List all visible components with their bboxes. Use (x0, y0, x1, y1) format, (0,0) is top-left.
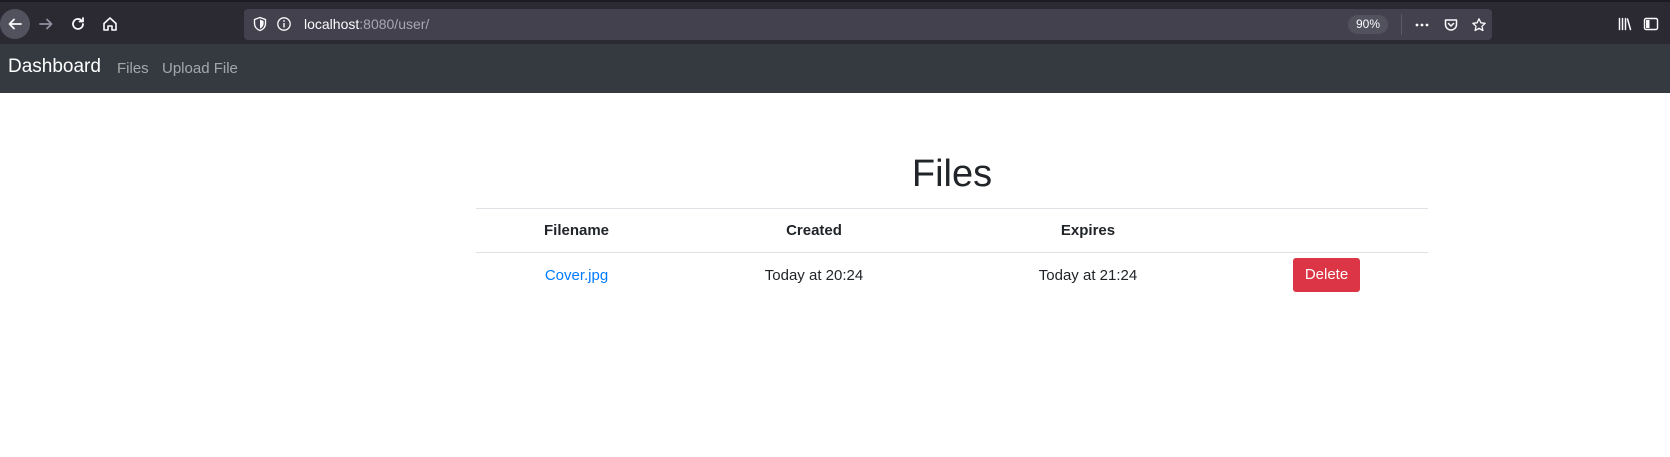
column-header-actions (1225, 209, 1428, 253)
filename-cell: Cover.jpg (476, 253, 677, 298)
table-body: Cover.jpg Today at 20:24 Today at 21:24 … (476, 253, 1428, 298)
table-row: Cover.jpg Today at 20:24 Today at 21:24 … (476, 253, 1428, 298)
table-header: Filename Created Expires (476, 208, 1428, 253)
browser-toolbar: localhost:8080/user/ 90% (0, 0, 1670, 44)
column-header-filename: Filename (543, 222, 610, 239)
pocket-icon (1444, 19, 1458, 31)
app-navbar: Dashboard Files Upload File (0, 44, 1670, 93)
files-table: Filename Created Expires Cover.jpg Today… (476, 208, 1428, 298)
column-header-created: Created (786, 222, 842, 239)
forward-button[interactable] (31, 9, 61, 39)
table-header-row: Filename Created Expires (476, 208, 1428, 253)
home-button[interactable] (95, 9, 125, 39)
url-host: localhost (304, 16, 360, 32)
url-bar-divider (1401, 14, 1402, 35)
home-icon (103, 17, 117, 31)
zoom-level-badge[interactable]: 90% (1348, 15, 1389, 34)
url-path: :8080/user/ (359, 16, 430, 32)
bookmark-button[interactable] (1468, 14, 1490, 36)
info-icon[interactable] (276, 16, 292, 32)
back-arrow-icon (8, 18, 22, 30)
reload-icon (72, 17, 84, 30)
library-icon (1618, 17, 1632, 31)
shield-icon[interactable] (252, 16, 268, 32)
created-cell: Today at 20:24 (764, 266, 864, 284)
sidebar-button[interactable] (1640, 13, 1662, 35)
nav-link-upload-file[interactable]: Upload File (162, 60, 238, 77)
page-actions-button[interactable] (1411, 14, 1433, 36)
star-icon (1472, 18, 1486, 32)
sidebar-icon (1643, 17, 1659, 31)
delete-button[interactable]: Delete (1292, 258, 1361, 293)
brand-link[interactable]: Dashboard (8, 56, 101, 78)
more-icon (1415, 23, 1429, 27)
file-link[interactable]: Cover.jpg (545, 267, 608, 284)
pocket-button[interactable] (1440, 14, 1462, 36)
library-button[interactable] (1614, 13, 1636, 35)
expires-cell: Today at 21:24 (1038, 266, 1138, 284)
forward-arrow-icon (39, 18, 53, 30)
nav-link-files[interactable]: Files (117, 60, 149, 77)
url-text[interactable]: localhost:8080/user/ (304, 16, 429, 32)
url-bar[interactable]: localhost:8080/user/ 90% (244, 9, 1492, 40)
page-title: Files (911, 153, 993, 195)
actions-cell: Delete (1225, 253, 1428, 298)
back-button[interactable] (0, 9, 30, 39)
reload-button[interactable] (63, 9, 93, 39)
column-header-expires: Expires (1060, 222, 1116, 239)
